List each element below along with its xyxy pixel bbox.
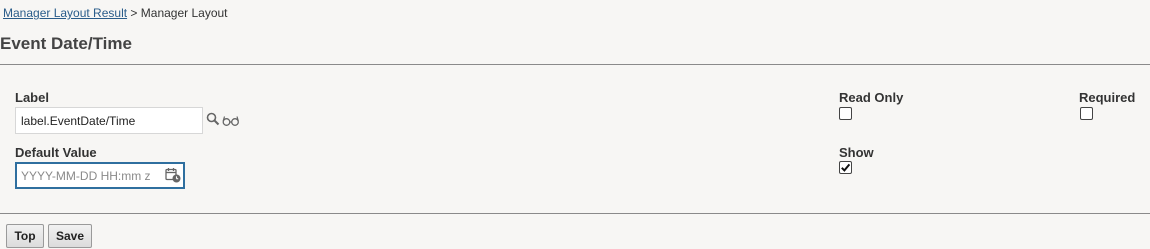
breadcrumb: Manager Layout Result > Manager Layout [3,6,228,20]
checkmark-icon [841,163,851,172]
label-field-input[interactable] [15,107,203,134]
page-title: Event Date/Time [0,34,132,53]
default-value-input[interactable] [15,162,185,189]
required-caption: Required [1079,90,1136,105]
breadcrumb-current: Manager Layout [140,6,228,20]
show-caption: Show [839,145,874,160]
default-value-caption: Default Value [15,145,97,160]
required-checkbox[interactable] [1080,107,1093,120]
show-checkbox[interactable] [839,161,852,174]
save-button[interactable]: Save [48,224,92,248]
breadcrumb-link-manager-layout-result[interactable]: Manager Layout Result [3,6,127,20]
calendar-clock-icon[interactable] [165,167,181,188]
top-button[interactable]: Top [6,224,44,248]
read-only-caption: Read Only [839,90,904,105]
breadcrumb-separator: > [130,6,138,20]
label-field-caption: Label [15,90,49,105]
search-icon[interactable] [206,112,220,131]
read-only-checkbox[interactable] [839,107,852,120]
glasses-icon[interactable] [222,114,240,132]
form-panel: Label Default Value Read Only [0,64,1150,214]
